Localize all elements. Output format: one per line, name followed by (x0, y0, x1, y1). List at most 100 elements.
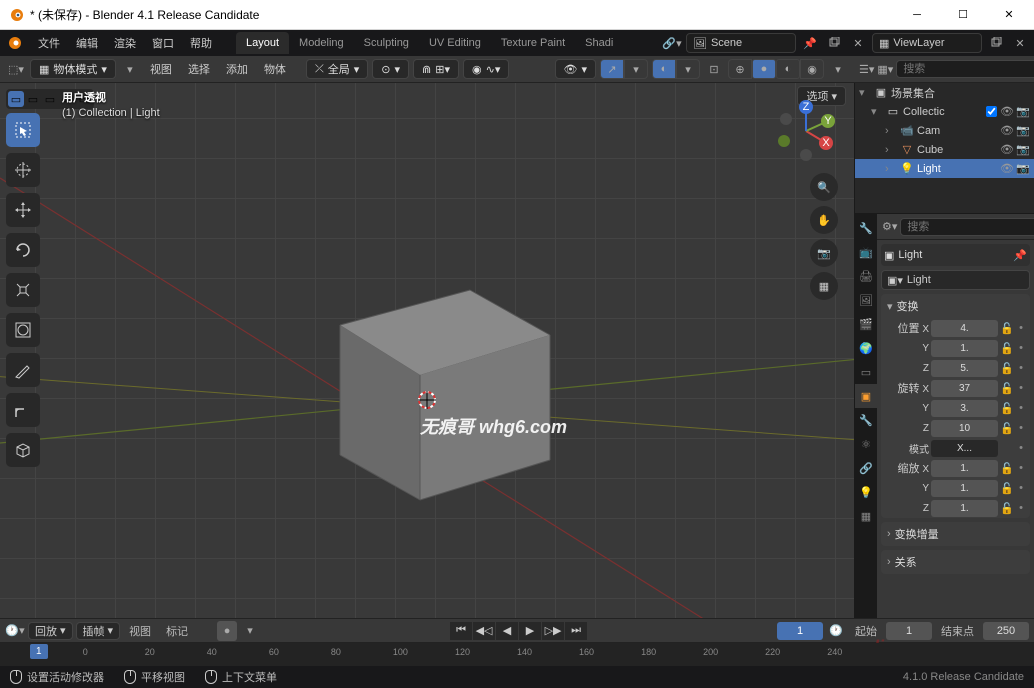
asset-browser-icon[interactable]: 🔗▾ (662, 33, 682, 53)
disclosure-icon[interactable]: ▾ (887, 300, 893, 313)
autokey-icon[interactable]: ● (217, 621, 237, 641)
ptab-object[interactable]: ▣ (855, 384, 877, 408)
eye-icon[interactable]: 👁 (1000, 162, 1014, 175)
cursor-tool[interactable] (6, 153, 40, 187)
rendered-icon[interactable]: ◉ (800, 59, 824, 79)
ptab-physics[interactable]: ⚛ (855, 432, 877, 456)
keyframe-dot[interactable]: • (1016, 442, 1026, 454)
keyframe-dot[interactable]: • (1016, 402, 1026, 414)
maximize-button[interactable]: ☐ (940, 0, 986, 30)
editor-type-icon[interactable]: ☰▾ (859, 59, 874, 79)
copy-scene-icon[interactable] (824, 33, 844, 53)
add-cube-tool[interactable] (6, 433, 40, 467)
keyframe-dot[interactable]: • (1016, 502, 1026, 514)
ptab-render[interactable]: 📺 (855, 240, 877, 264)
keyframe-dot[interactable]: • (1016, 422, 1026, 434)
ptab-collection[interactable]: ▭ (855, 360, 877, 384)
timeline-mark-menu[interactable]: 标记 (160, 623, 194, 639)
overlay-icon[interactable]: ◐ (652, 59, 676, 79)
solid-icon[interactable]: ● (752, 59, 776, 79)
select-tool[interactable] (6, 113, 40, 147)
xray-icon[interactable]: ⊡ (704, 59, 724, 79)
disclosure-icon[interactable]: › (887, 556, 891, 568)
lock-icon[interactable]: 🔓 (1000, 342, 1014, 355)
breadcrumb[interactable]: ▣ Light 📌 (881, 244, 1030, 266)
minimize-button[interactable]: ─ (894, 0, 940, 30)
timeline-ruler[interactable]: 1 020406080100120140160180200220240 (0, 643, 1034, 666)
outliner-root[interactable]: ▾ ▣ 场景集合 (855, 83, 1034, 102)
nav-gizmo[interactable]: X Y Z (774, 99, 838, 163)
tab-sculpting[interactable]: Sculpting (354, 32, 419, 54)
delete-viewlayer-icon[interactable]: ✕ (1010, 33, 1030, 53)
camera-icon[interactable]: 📷 (1016, 162, 1030, 175)
cube-object[interactable] (300, 255, 580, 515)
snap-dropdown[interactable]: ⋒⊞▾ (413, 59, 459, 79)
header-add[interactable]: 添加 (220, 59, 254, 79)
current-frame[interactable]: 1 (777, 622, 823, 640)
value-input[interactable]: 1. (931, 460, 998, 477)
next-keyframe-icon[interactable]: ▷▶ (542, 622, 564, 640)
outliner-row[interactable]: ▾ ▭ Collectic 👁📷 (855, 102, 1034, 121)
visibility-dropdown[interactable]: 👁▾ (555, 59, 597, 79)
lock-icon[interactable]: 🔓 (1000, 402, 1014, 415)
keyframe-dot[interactable]: • (1016, 322, 1026, 334)
rotate-tool[interactable] (6, 233, 40, 267)
lock-icon[interactable]: 🔓 (1000, 382, 1014, 395)
lock-icon[interactable]: 🔓 (1000, 322, 1014, 335)
camera-icon[interactable]: 📷 (1016, 105, 1030, 118)
chevron-down-icon[interactable]: ▾ (676, 59, 700, 79)
menu-window[interactable]: 窗口 (144, 32, 182, 54)
lock-icon[interactable]: 🔓 (1000, 362, 1014, 375)
tab-modeling[interactable]: Modeling (289, 32, 354, 54)
tab-layout[interactable]: Layout (236, 32, 289, 54)
pan-icon[interactable]: ✋ (810, 206, 838, 234)
scale-tool[interactable] (6, 273, 40, 307)
outliner[interactable]: ▾ ▣ 场景集合 ▾ ▭ Collectic 👁📷 › 📹 Cam 👁📷 › ▽ (855, 83, 1034, 213)
disclosure-icon[interactable]: ▾ (871, 105, 883, 118)
menu-file[interactable]: 文件 (30, 32, 68, 54)
close-button[interactable]: ✕ (986, 0, 1032, 30)
delete-scene-icon[interactable]: ✕ (848, 33, 868, 53)
zoom-icon[interactable]: 🔍 (810, 173, 838, 201)
eye-icon[interactable]: 👁 (1000, 143, 1014, 156)
outliner-row[interactable]: › 📹 Cam 👁📷 (855, 121, 1034, 140)
3d-viewport[interactable]: 无痕哥 whg6.com ▭ ▭ ▭ ▭ ▭ 用户透视 (1) Collecti… (0, 83, 854, 618)
editor-type-icon[interactable]: ⬚▾ (6, 59, 26, 79)
properties-search[interactable] (900, 218, 1034, 236)
chevron-down-icon[interactable]: ▾ (624, 59, 648, 79)
value-input[interactable]: 37 (931, 380, 998, 397)
camera-icon[interactable]: 📷 (1016, 143, 1030, 156)
outliner-row[interactable]: › ▽ Cube 👁📷 (855, 140, 1034, 159)
ptab-output[interactable]: 🖨 (855, 264, 877, 288)
mode-dropdown[interactable]: X... (931, 440, 998, 457)
perspective-toggle-icon[interactable]: ▦ (810, 272, 838, 300)
annotate-tool[interactable] (6, 353, 40, 387)
lock-icon[interactable]: 🔓 (1000, 482, 1014, 495)
value-input[interactable]: 1. (931, 480, 998, 497)
gizmo-icon[interactable]: ↗ (600, 59, 624, 79)
app-menu-icon[interactable] (4, 33, 24, 53)
datablock-dropdown[interactable]: ▣▾ Light (881, 270, 1030, 290)
chevron-down-icon[interactable]: ▾ (828, 59, 848, 79)
disclosure-icon[interactable]: › (887, 528, 891, 540)
wireframe-icon[interactable]: ⊕ (728, 59, 752, 79)
header-object[interactable]: 物体 (258, 59, 292, 79)
ptab-texture[interactable]: ▦ (855, 504, 877, 528)
chevron-down-icon[interactable]: ▾ (240, 621, 260, 641)
camera-view-icon[interactable]: 📷 (810, 239, 838, 267)
pin-scene-icon[interactable]: 📌 (800, 33, 820, 53)
camera-icon[interactable]: 📷 (1016, 124, 1030, 137)
menu-edit[interactable]: 编辑 (68, 32, 106, 54)
display-mode-icon[interactable]: ▦▾ (877, 59, 893, 79)
panel-header[interactable]: ▾变换 (881, 294, 1030, 318)
keyframe-dot[interactable]: • (1016, 382, 1026, 394)
ptab-modifiers[interactable]: 🔧 (855, 408, 877, 432)
matprev-icon[interactable]: ◐ (776, 59, 800, 79)
ptab-viewlayer[interactable]: 🖼 (855, 288, 877, 312)
value-input[interactable]: 1. (931, 340, 998, 357)
select-subtract-icon[interactable]: ▭ (42, 91, 58, 107)
scene-field[interactable]: 🖼Scene (686, 33, 796, 53)
menu-help[interactable]: 帮助 (182, 32, 220, 54)
ptab-constraints[interactable]: 🔗 (855, 456, 877, 480)
transform-tool[interactable] (6, 313, 40, 347)
